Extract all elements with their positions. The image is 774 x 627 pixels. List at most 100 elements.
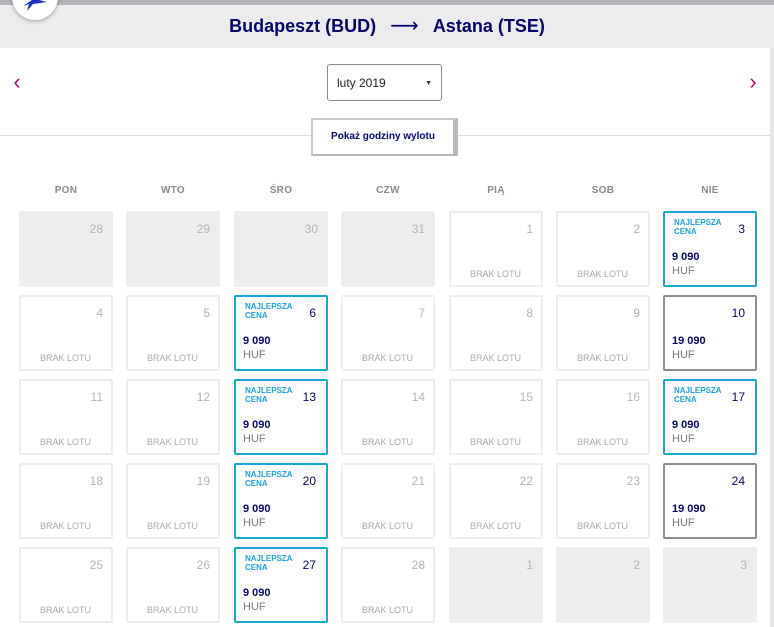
dropdown-caret-icon: ▼: [425, 80, 432, 87]
no-flight-label: BRAK LOTU: [40, 353, 92, 363]
weekday-label: SOB: [591, 185, 615, 196]
calendar-day-cell: 29: [126, 211, 220, 287]
plane-logo-icon: [23, 0, 47, 11]
calendar-day-cell[interactable]: 27 NAJLEPSZA CENA 9 090 HUF: [234, 547, 328, 623]
day-number: 1: [526, 558, 533, 572]
day-number: 14: [411, 390, 425, 404]
fare-currency: HUF: [672, 517, 695, 529]
prev-month-button[interactable]: ‹: [7, 68, 27, 96]
no-flight-label: BRAK LOTU: [362, 437, 414, 447]
weekday-label: PIĄ: [487, 185, 505, 196]
no-flight-label: BRAK LOTU: [147, 353, 199, 363]
day-number: 5: [203, 306, 210, 320]
calendar-day-cell: 30: [234, 211, 328, 287]
no-flight-label: BRAK LOTU: [147, 437, 199, 447]
day-number: 16: [626, 390, 640, 404]
scrollbar[interactable]: [770, 48, 774, 627]
calendar-day-cell: 1: [449, 547, 543, 623]
calendar-day-cell[interactable]: 10 19 090 HUF: [663, 295, 757, 371]
calendar-day-cell[interactable]: 6 NAJLEPSZA CENA 9 090 HUF: [234, 295, 328, 371]
calendar-day-cell: 28: [19, 211, 113, 287]
best-price-badge: NAJLEPSZA CENA: [245, 386, 293, 404]
no-flight-label: BRAK LOTU: [577, 521, 629, 531]
calendar-day-cell: 28 BRAK LOTU: [341, 547, 435, 623]
fare-currency: HUF: [243, 601, 266, 613]
no-flight-label: BRAK LOTU: [40, 605, 92, 615]
calendar-day-cell[interactable]: 24 19 090 HUF: [663, 463, 757, 539]
day-number: 9: [633, 306, 640, 320]
calendar-day-cell[interactable]: 13 NAJLEPSZA CENA 9 090 HUF: [234, 379, 328, 455]
calendar-day-cell: 19 BRAK LOTU: [126, 463, 220, 539]
day-number: 28: [411, 558, 425, 572]
show-departure-times-button[interactable]: Pokaż godziny wylotu: [311, 118, 458, 156]
day-number: 23: [626, 474, 640, 488]
day-number: 22: [519, 474, 533, 488]
month-select-value: luty 2019: [337, 76, 386, 90]
day-number: 21: [411, 474, 425, 488]
origin-label: Budapeszt (BUD): [229, 16, 377, 36]
fare-currency: HUF: [243, 433, 266, 445]
day-number: 19: [196, 474, 210, 488]
calendar-day-cell: 12 BRAK LOTU: [126, 379, 220, 455]
destination-label: Astana (TSE): [432, 16, 545, 36]
day-number: 18: [89, 474, 103, 488]
calendar-day-cell: 4 BRAK LOTU: [19, 295, 113, 371]
day-number: 28: [89, 222, 103, 236]
calendar-day-cell: 14 BRAK LOTU: [341, 379, 435, 455]
calendar-day-cell[interactable]: 20 NAJLEPSZA CENA 9 090 HUF: [234, 463, 328, 539]
no-flight-label: BRAK LOTU: [577, 353, 629, 363]
weekday-label: PON: [54, 185, 78, 196]
day-number: 10: [731, 306, 745, 320]
weekday-label: NIE: [701, 185, 719, 196]
route-header: Budapeszt (BUD) ⟶ Astana (TSE): [0, 5, 774, 48]
next-month-button[interactable]: ›: [743, 68, 763, 96]
day-number: 7: [418, 306, 425, 320]
day-number: 8: [526, 306, 533, 320]
fare-currency: HUF: [672, 265, 695, 277]
calendar-day-cell[interactable]: 3 NAJLEPSZA CENA 9 090 HUF: [663, 211, 757, 287]
no-flight-label: BRAK LOTU: [40, 437, 92, 447]
fare-currency: HUF: [243, 517, 266, 529]
calendar-day-cell: 8 BRAK LOTU: [449, 295, 543, 371]
calendar-day-cell: 31: [341, 211, 435, 287]
day-number: 12: [196, 390, 210, 404]
no-flight-label: BRAK LOTU: [40, 521, 92, 531]
fare-currency: HUF: [243, 349, 266, 361]
calendar-day-cell: 11 BRAK LOTU: [19, 379, 113, 455]
fare-currency: HUF: [672, 433, 695, 445]
day-number: 30: [304, 222, 318, 236]
calendar-day-cell: 7 BRAK LOTU: [341, 295, 435, 371]
weekday-label: WTO: [160, 185, 186, 196]
calendar-day-cell[interactable]: 17 NAJLEPSZA CENA 9 090 HUF: [663, 379, 757, 455]
fare-price: 19 090: [672, 503, 706, 515]
no-flight-label: BRAK LOTU: [362, 521, 414, 531]
day-number: 4: [96, 306, 103, 320]
no-flight-label: BRAK LOTU: [470, 437, 522, 447]
calendar-day-cell: 3: [663, 547, 757, 623]
day-number: 2: [633, 222, 640, 236]
no-flight-label: BRAK LOTU: [577, 269, 629, 279]
day-number: 6: [309, 306, 316, 320]
day-number: 3: [740, 558, 747, 572]
calendar-day-cell: 23 BRAK LOTU: [556, 463, 650, 539]
fare-price: 9 090: [672, 251, 700, 263]
best-price-badge: NAJLEPSZA CENA: [245, 302, 293, 320]
month-select[interactable]: luty 2019 ▼: [327, 64, 442, 101]
fare-price: 9 090: [243, 587, 271, 599]
no-flight-label: BRAK LOTU: [470, 353, 522, 363]
fare-currency: HUF: [672, 349, 695, 361]
day-number: 15: [519, 390, 533, 404]
best-price-badge: NAJLEPSZA CENA: [674, 386, 722, 404]
day-number: 11: [90, 390, 103, 404]
day-number: 1: [526, 222, 533, 236]
day-number: 31: [411, 222, 425, 236]
day-number: 24: [731, 474, 745, 488]
fare-price: 9 090: [243, 419, 271, 431]
calendar-day-cell: 5 BRAK LOTU: [126, 295, 220, 371]
fare-price: 9 090: [243, 335, 271, 347]
no-flight-label: BRAK LOTU: [470, 269, 522, 279]
weekday-label: ŚRO: [269, 185, 293, 196]
day-number: 3: [738, 222, 745, 236]
no-flight-label: BRAK LOTU: [362, 353, 414, 363]
calendar-day-cell: 22 BRAK LOTU: [449, 463, 543, 539]
